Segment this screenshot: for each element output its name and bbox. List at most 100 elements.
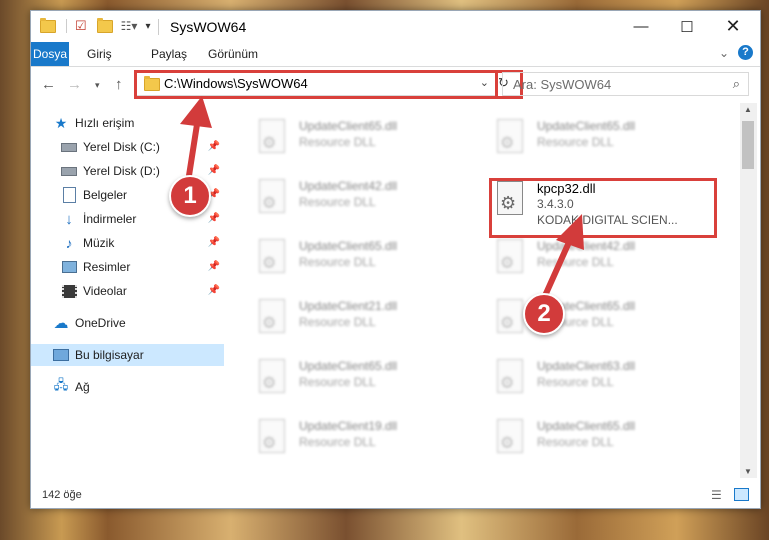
pin-icon[interactable]: 📌 xyxy=(208,141,220,152)
file-name: UpdateClient65.dll xyxy=(537,419,636,433)
quick-access-toolbar: ☑ ☷▾ ▾ xyxy=(40,17,150,34)
details-view-icon[interactable]: ☰ xyxy=(711,488,722,502)
forward-icon[interactable]: → xyxy=(67,76,82,93)
navigation-pane: ★ Hızlı erişim Yerel Disk (C:) 📌 Yerel D… xyxy=(31,103,226,478)
scrollbar-thumb[interactable] xyxy=(742,121,754,169)
file-name: UpdateClient63.dll xyxy=(537,359,636,373)
tab-gorunum[interactable]: Görünüm xyxy=(198,42,268,66)
dll-file-icon: ⚙ xyxy=(491,359,525,399)
video-icon xyxy=(61,284,77,298)
close-button[interactable]: ✕ xyxy=(710,11,756,42)
list-item[interactable]: ⚙ UpdateClient42.dll Resource DLL xyxy=(491,237,691,289)
recent-locations-icon[interactable]: ▾ xyxy=(95,80,100,91)
drive-icon xyxy=(61,140,77,154)
help-icon[interactable]: ? xyxy=(738,45,753,60)
sidebar-item-label: Belgeler xyxy=(83,188,128,202)
search-box[interactable]: Ara: SysWOW64 ⌕ xyxy=(502,72,749,96)
file-type: Resource DLL xyxy=(299,375,376,389)
list-item[interactable]: ⚙ UpdateClient65.dll Resource DLL xyxy=(491,117,691,169)
network-icon: 🖧 xyxy=(53,377,69,392)
sidebar-item-label: Resimler xyxy=(83,260,131,274)
navigation-bar: ← → ▾ ↑ C:\Windows\SysWOW64 ⌄ ↻ Ara: Sys… xyxy=(31,67,760,101)
list-item[interactable]: ⚙ UpdateClient65.dll Resource DLL xyxy=(491,417,691,469)
file-name: UpdateClient42.dll xyxy=(299,179,398,193)
ribbon-tabs: Dosya Giriş Paylaş Görünüm ⌄ ? xyxy=(31,42,760,67)
sidebar-item-label: Bu bilgisayar xyxy=(75,348,144,362)
dropdown-icon[interactable]: ▾ xyxy=(145,21,150,32)
sidebar-item-label: Videolar xyxy=(83,284,127,298)
list-item[interactable]: ⚙ UpdateClient42.dll Resource DLL xyxy=(253,177,453,229)
list-item[interactable]: ⚙ UpdateClient65.dll Resource DLL xyxy=(253,357,453,409)
pin-icon[interactable]: 📌 xyxy=(208,237,220,248)
sidebar-item-ag[interactable]: 🖧 Ağ xyxy=(31,376,224,398)
title-bar: ☑ ☷▾ ▾ SysWOW64 — ☐ ✕ xyxy=(31,11,760,42)
sidebar-item-label: Ağ xyxy=(75,380,90,394)
sidebar-item-resimler[interactable]: Resimler 📌 xyxy=(31,256,224,278)
back-icon[interactable]: ← xyxy=(41,76,56,93)
search-placeholder: Ara: SysWOW64 xyxy=(513,77,612,92)
minimize-button[interactable]: — xyxy=(618,11,664,42)
dll-file-icon: ⚙ xyxy=(253,179,287,219)
sidebar-item-label: OneDrive xyxy=(75,316,126,330)
tab-giris[interactable]: Giriş xyxy=(77,42,122,66)
search-icon[interactable]: ⌕ xyxy=(733,76,740,92)
item-count: 142 öğe xyxy=(42,489,82,501)
file-type: Resource DLL xyxy=(537,375,614,389)
pin-icon[interactable]: 📌 xyxy=(208,285,220,296)
file-type: Resource DLL xyxy=(299,315,376,329)
file-name: UpdateClient65.dll xyxy=(537,119,636,133)
file-type: Resource DLL xyxy=(299,435,376,449)
file-type: Resource DLL xyxy=(537,435,614,449)
dll-file-icon: ⚙ xyxy=(491,119,525,159)
sidebar-item-hizli-erisim[interactable]: ★ Hızlı erişim xyxy=(31,112,224,134)
file-highlight-box xyxy=(489,178,717,238)
customize-icon[interactable]: ☷▾ xyxy=(121,19,138,33)
expand-ribbon-icon[interactable]: ⌄ xyxy=(719,46,729,60)
step-badge-1: 1 xyxy=(169,175,211,217)
pictures-icon xyxy=(61,260,77,274)
file-type: Resource DLL xyxy=(299,255,376,269)
properties-icon[interactable]: ☑ xyxy=(75,18,87,34)
file-type: Resource DLL xyxy=(537,135,614,149)
address-highlight-box xyxy=(134,70,498,99)
sidebar-item-label: Yerel Disk (D:) xyxy=(83,164,160,178)
up-icon[interactable]: ↑ xyxy=(115,76,123,93)
large-icons-view-icon[interactable] xyxy=(734,488,749,501)
sidebar-item-onedrive[interactable]: ☁ OneDrive xyxy=(31,312,224,334)
file-name: UpdateClient42.dll xyxy=(537,239,636,253)
sidebar-item-videolar[interactable]: Videolar 📌 xyxy=(31,280,224,302)
dll-file-icon: ⚙ xyxy=(253,239,287,279)
folder-icon xyxy=(40,17,56,33)
new-folder-icon[interactable] xyxy=(96,17,113,33)
sidebar-item-label: İndirmeler xyxy=(83,212,137,226)
pin-icon[interactable]: 📌 xyxy=(208,213,220,224)
dll-file-icon: ⚙ xyxy=(253,299,287,339)
scroll-down-icon[interactable]: ▼ xyxy=(744,467,752,476)
list-item[interactable]: ⚙ UpdateClient65.dll Resource DLL xyxy=(253,117,453,169)
file-name: UpdateClient65.dll xyxy=(299,239,398,253)
dll-file-icon: ⚙ xyxy=(253,359,287,399)
list-item[interactable]: ⚙ UpdateClient19.dll Resource DLL xyxy=(253,417,453,469)
pin-icon[interactable]: 📌 xyxy=(208,261,220,272)
list-item[interactable]: ⚙ UpdateClient63.dll Resource DLL xyxy=(491,357,691,409)
sidebar-item-label: Hızlı erişim xyxy=(75,116,135,130)
dll-file-icon: ⚙ xyxy=(491,239,525,279)
maximize-button[interactable]: ☐ xyxy=(664,11,710,42)
sidebar-item-yerel-disk-c[interactable]: Yerel Disk (C:) 📌 xyxy=(31,136,224,158)
vertical-scrollbar[interactable]: ▲ ▼ xyxy=(740,103,757,478)
pin-icon[interactable]: 📌 xyxy=(208,165,220,176)
divider xyxy=(158,19,159,35)
list-item[interactable]: ⚙ UpdateClient65.dll Resource DLL xyxy=(491,297,691,349)
sidebar-item-muzik[interactable]: ♪ Müzik 📌 xyxy=(31,232,224,254)
scroll-up-icon[interactable]: ▲ xyxy=(744,105,752,114)
tab-paylas[interactable]: Paylaş xyxy=(141,42,197,66)
file-name: UpdateClient65.dll xyxy=(299,359,398,373)
status-bar: 142 öğe ☰ xyxy=(31,482,760,508)
list-item[interactable]: ⚙ UpdateClient21.dll Resource DLL xyxy=(253,297,453,349)
tab-dosya[interactable]: Dosya xyxy=(31,42,69,66)
window-title: SysWOW64 xyxy=(170,19,247,35)
file-name: UpdateClient65.dll xyxy=(299,119,398,133)
list-item[interactable]: ⚙ UpdateClient65.dll Resource DLL xyxy=(253,237,453,289)
sidebar-item-label: Yerel Disk (C:) xyxy=(83,140,160,154)
sidebar-item-bu-bilgisayar[interactable]: Bu bilgisayar xyxy=(31,344,224,366)
